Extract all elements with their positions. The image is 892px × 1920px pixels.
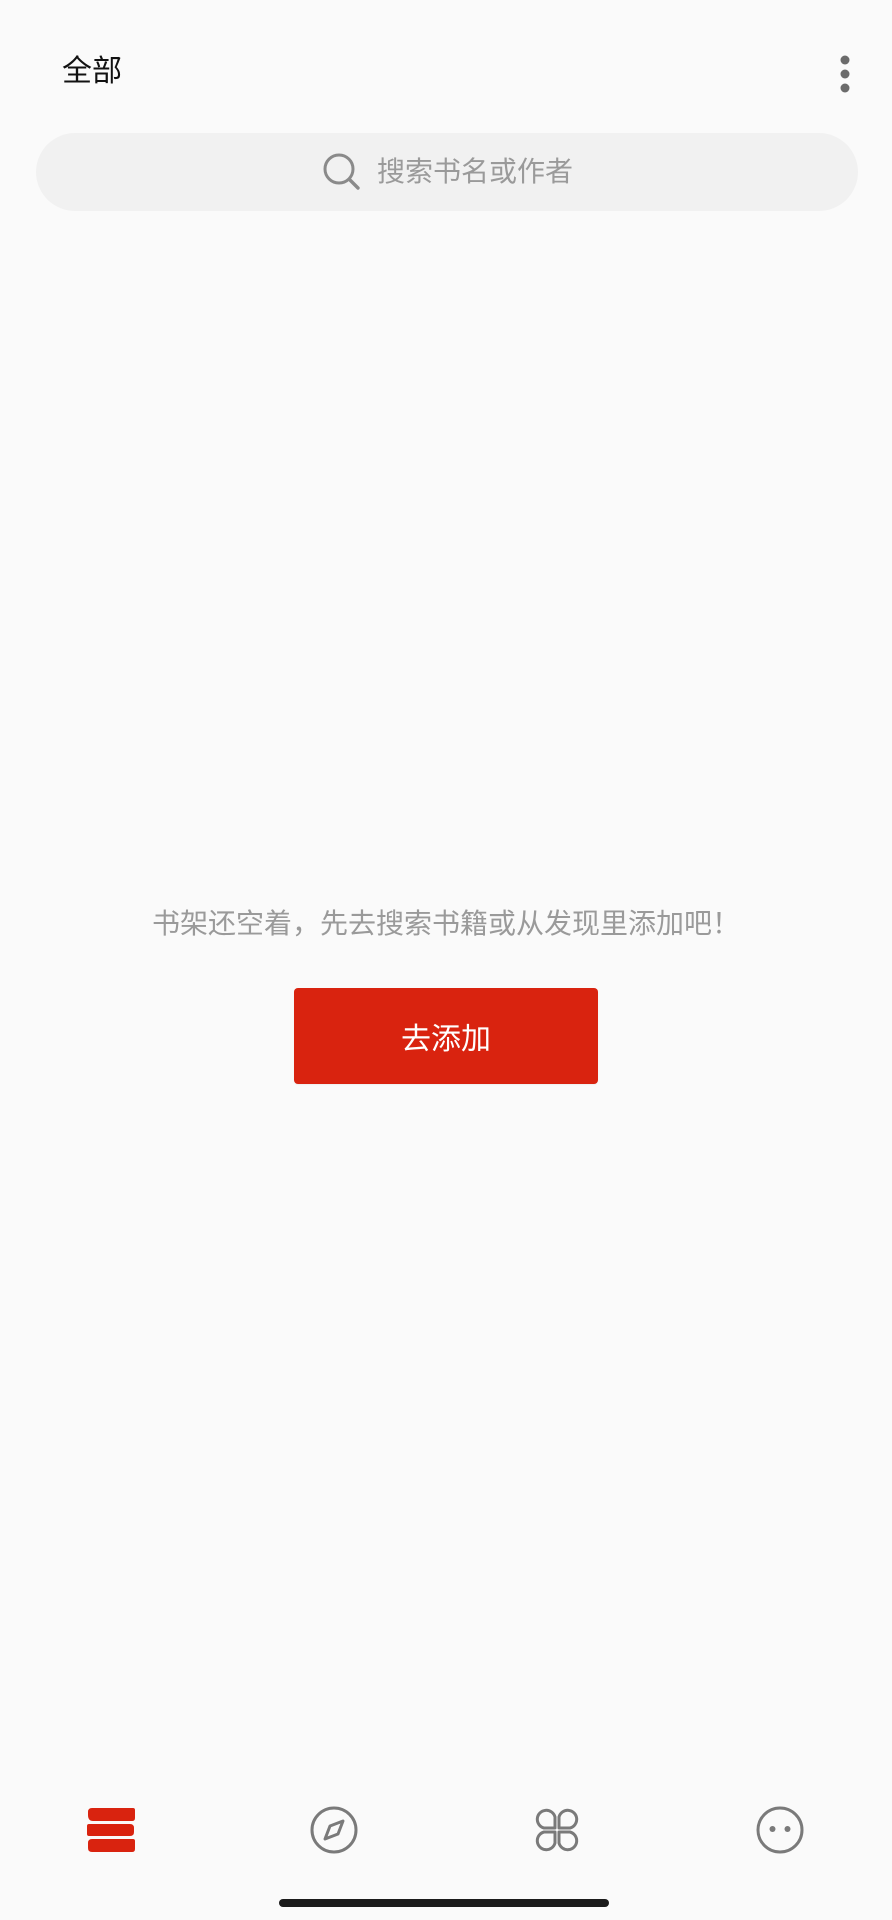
compass-icon xyxy=(310,1806,358,1854)
nav-item-profile[interactable] xyxy=(740,1790,820,1870)
nav-item-bookshelf[interactable] xyxy=(71,1790,151,1870)
apps-grid-icon xyxy=(535,1808,579,1852)
search-bar[interactable]: 搜索书名或作者 xyxy=(36,133,858,211)
smiley-face-icon xyxy=(756,1806,804,1854)
add-books-button[interactable]: 去添加 xyxy=(294,988,598,1084)
header: 全部 xyxy=(0,0,892,130)
bookshelf-icon xyxy=(87,1808,135,1852)
empty-shelf-message: 书架还空着，先去搜索书籍或从发现里添加吧！ xyxy=(151,907,740,940)
nav-item-apps[interactable] xyxy=(517,1790,597,1870)
search-placeholder: 搜索书名或作者 xyxy=(376,155,573,188)
search-icon xyxy=(321,151,363,193)
page-title[interactable]: 全部 xyxy=(62,52,122,92)
nav-item-discover[interactable] xyxy=(294,1790,374,1870)
bottom-navigation xyxy=(0,1790,892,1870)
home-indicator[interactable] xyxy=(279,1899,609,1907)
more-options-button[interactable] xyxy=(818,44,872,104)
app-screen: 全部 搜索书名或作者 书架还空着，先去搜索书籍或从发现里添加吧！ 去添加 xyxy=(0,0,892,1920)
more-vertical-icon xyxy=(840,55,850,93)
